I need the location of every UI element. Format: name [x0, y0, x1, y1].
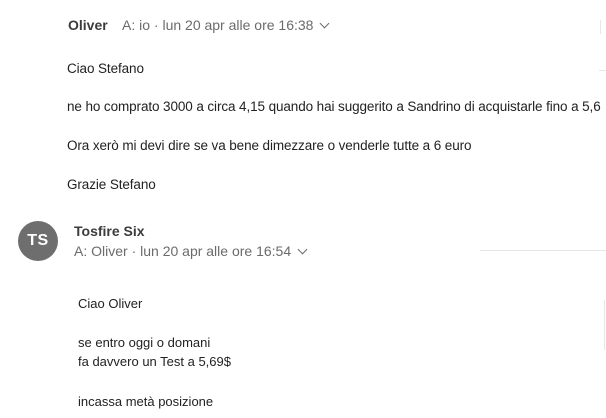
message1-sender-name[interactable]: Oliver [68, 17, 108, 33]
message2-body-line-2: se entro oggi o domani [78, 335, 211, 350]
divider-mark [599, 70, 606, 71]
divider-mark [480, 250, 606, 251]
message1-body-line-1: Ciao Stefano [67, 61, 144, 76]
scroll-edge-mark [600, 20, 601, 34]
chevron-down-icon [297, 244, 308, 254]
message1-recipient-line: A: io · lun 20 apr alle ore 16:38 [122, 17, 314, 33]
chevron-down-icon [320, 18, 330, 28]
message2-body-line-3: fa davvero un Test a 5,69$ [78, 354, 231, 369]
message1-details-toggle[interactable]: A: io · lun 20 apr alle ore 16:38 [122, 17, 330, 33]
avatar[interactable]: TS [18, 221, 58, 261]
message2-details-toggle[interactable]: A: Oliver · lun 20 apr alle ore 16:54 [74, 243, 308, 259]
message1-body-line-3: Ora xerò mi devi dire se va bene dimezza… [67, 138, 472, 153]
message2-recipient-line: A: Oliver · lun 20 apr alle ore 16:54 [74, 243, 292, 259]
scroll-edge-mark [604, 300, 605, 350]
message1-body-line-2: ne ho comprato 3000 a circa 4,15 quando … [67, 99, 601, 114]
message2-body-line-4: incassa metà posizione [78, 394, 214, 409]
message2-sender-name[interactable]: Tosfire Six [74, 223, 145, 239]
message2-body-line-1: Ciao Oliver [78, 296, 143, 311]
message1-body-line-4: Grazie Stefano [67, 177, 156, 192]
